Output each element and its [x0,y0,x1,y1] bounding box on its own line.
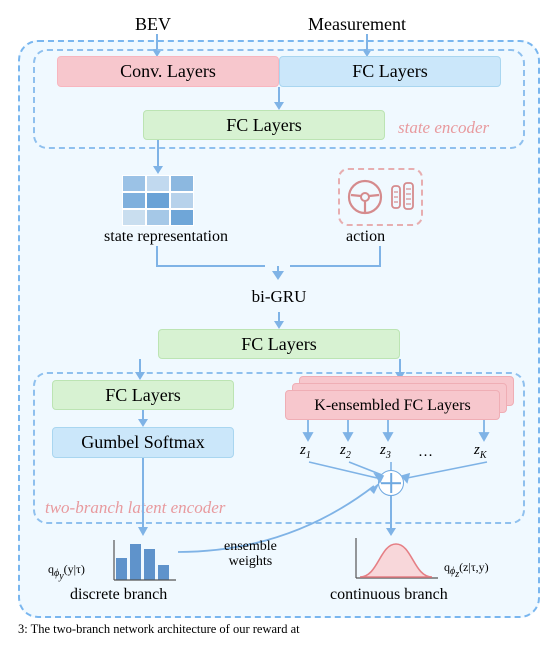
z2-label: z2 [340,442,351,461]
state-repr-label: state representation [86,228,246,246]
zk-label: zK [474,442,487,461]
bi-gru-block: bi-GRU [194,282,364,312]
ensemble-weights-label: ensembleweights [224,540,277,569]
fc-layers-top: FC Layers [279,56,501,87]
fc-layers-mid: FC Layers [143,110,385,140]
fc-layers-below-gru: FC Layers [158,329,400,359]
discrete-distribution-icon [116,540,169,580]
branch-fc-left: FC Layers [52,380,234,410]
steering-wheel-icon [346,178,384,216]
gumbel-softmax: Gumbel Softmax [52,427,234,458]
bi-gru-label: bi-GRU [252,287,307,306]
state-representation-icon [122,175,194,226]
action-label: action [346,228,385,246]
pedals-icon [390,178,416,216]
k-ensembled-label: K-ensembled FC Layers [285,390,500,420]
continuous-branch-label: continuous branch [330,586,448,604]
z-ellipsis: … [418,444,433,461]
sum-node-icon [378,470,404,496]
bev-label: BEV [135,14,171,35]
action-icon [338,168,423,226]
q-z-label: qϕz(z|τ,y) [444,560,489,580]
k-ensembled-stack: K-ensembled FC Layers [285,376,517,424]
two-branch-label: two-branch latent encoder [45,498,225,518]
discrete-branch-label: discrete branch [70,586,167,604]
state-encoder-label: state encoder [398,118,489,138]
conv-layers: Conv. Layers [57,56,279,87]
z1-label: z1 [300,442,311,461]
z3-label: z3 [380,442,391,461]
figure-caption: 3: The two-branch network architecture o… [18,622,300,637]
measurement-label: Measurement [308,14,406,35]
q-y-label: qϕy(y|τ) [48,562,85,582]
